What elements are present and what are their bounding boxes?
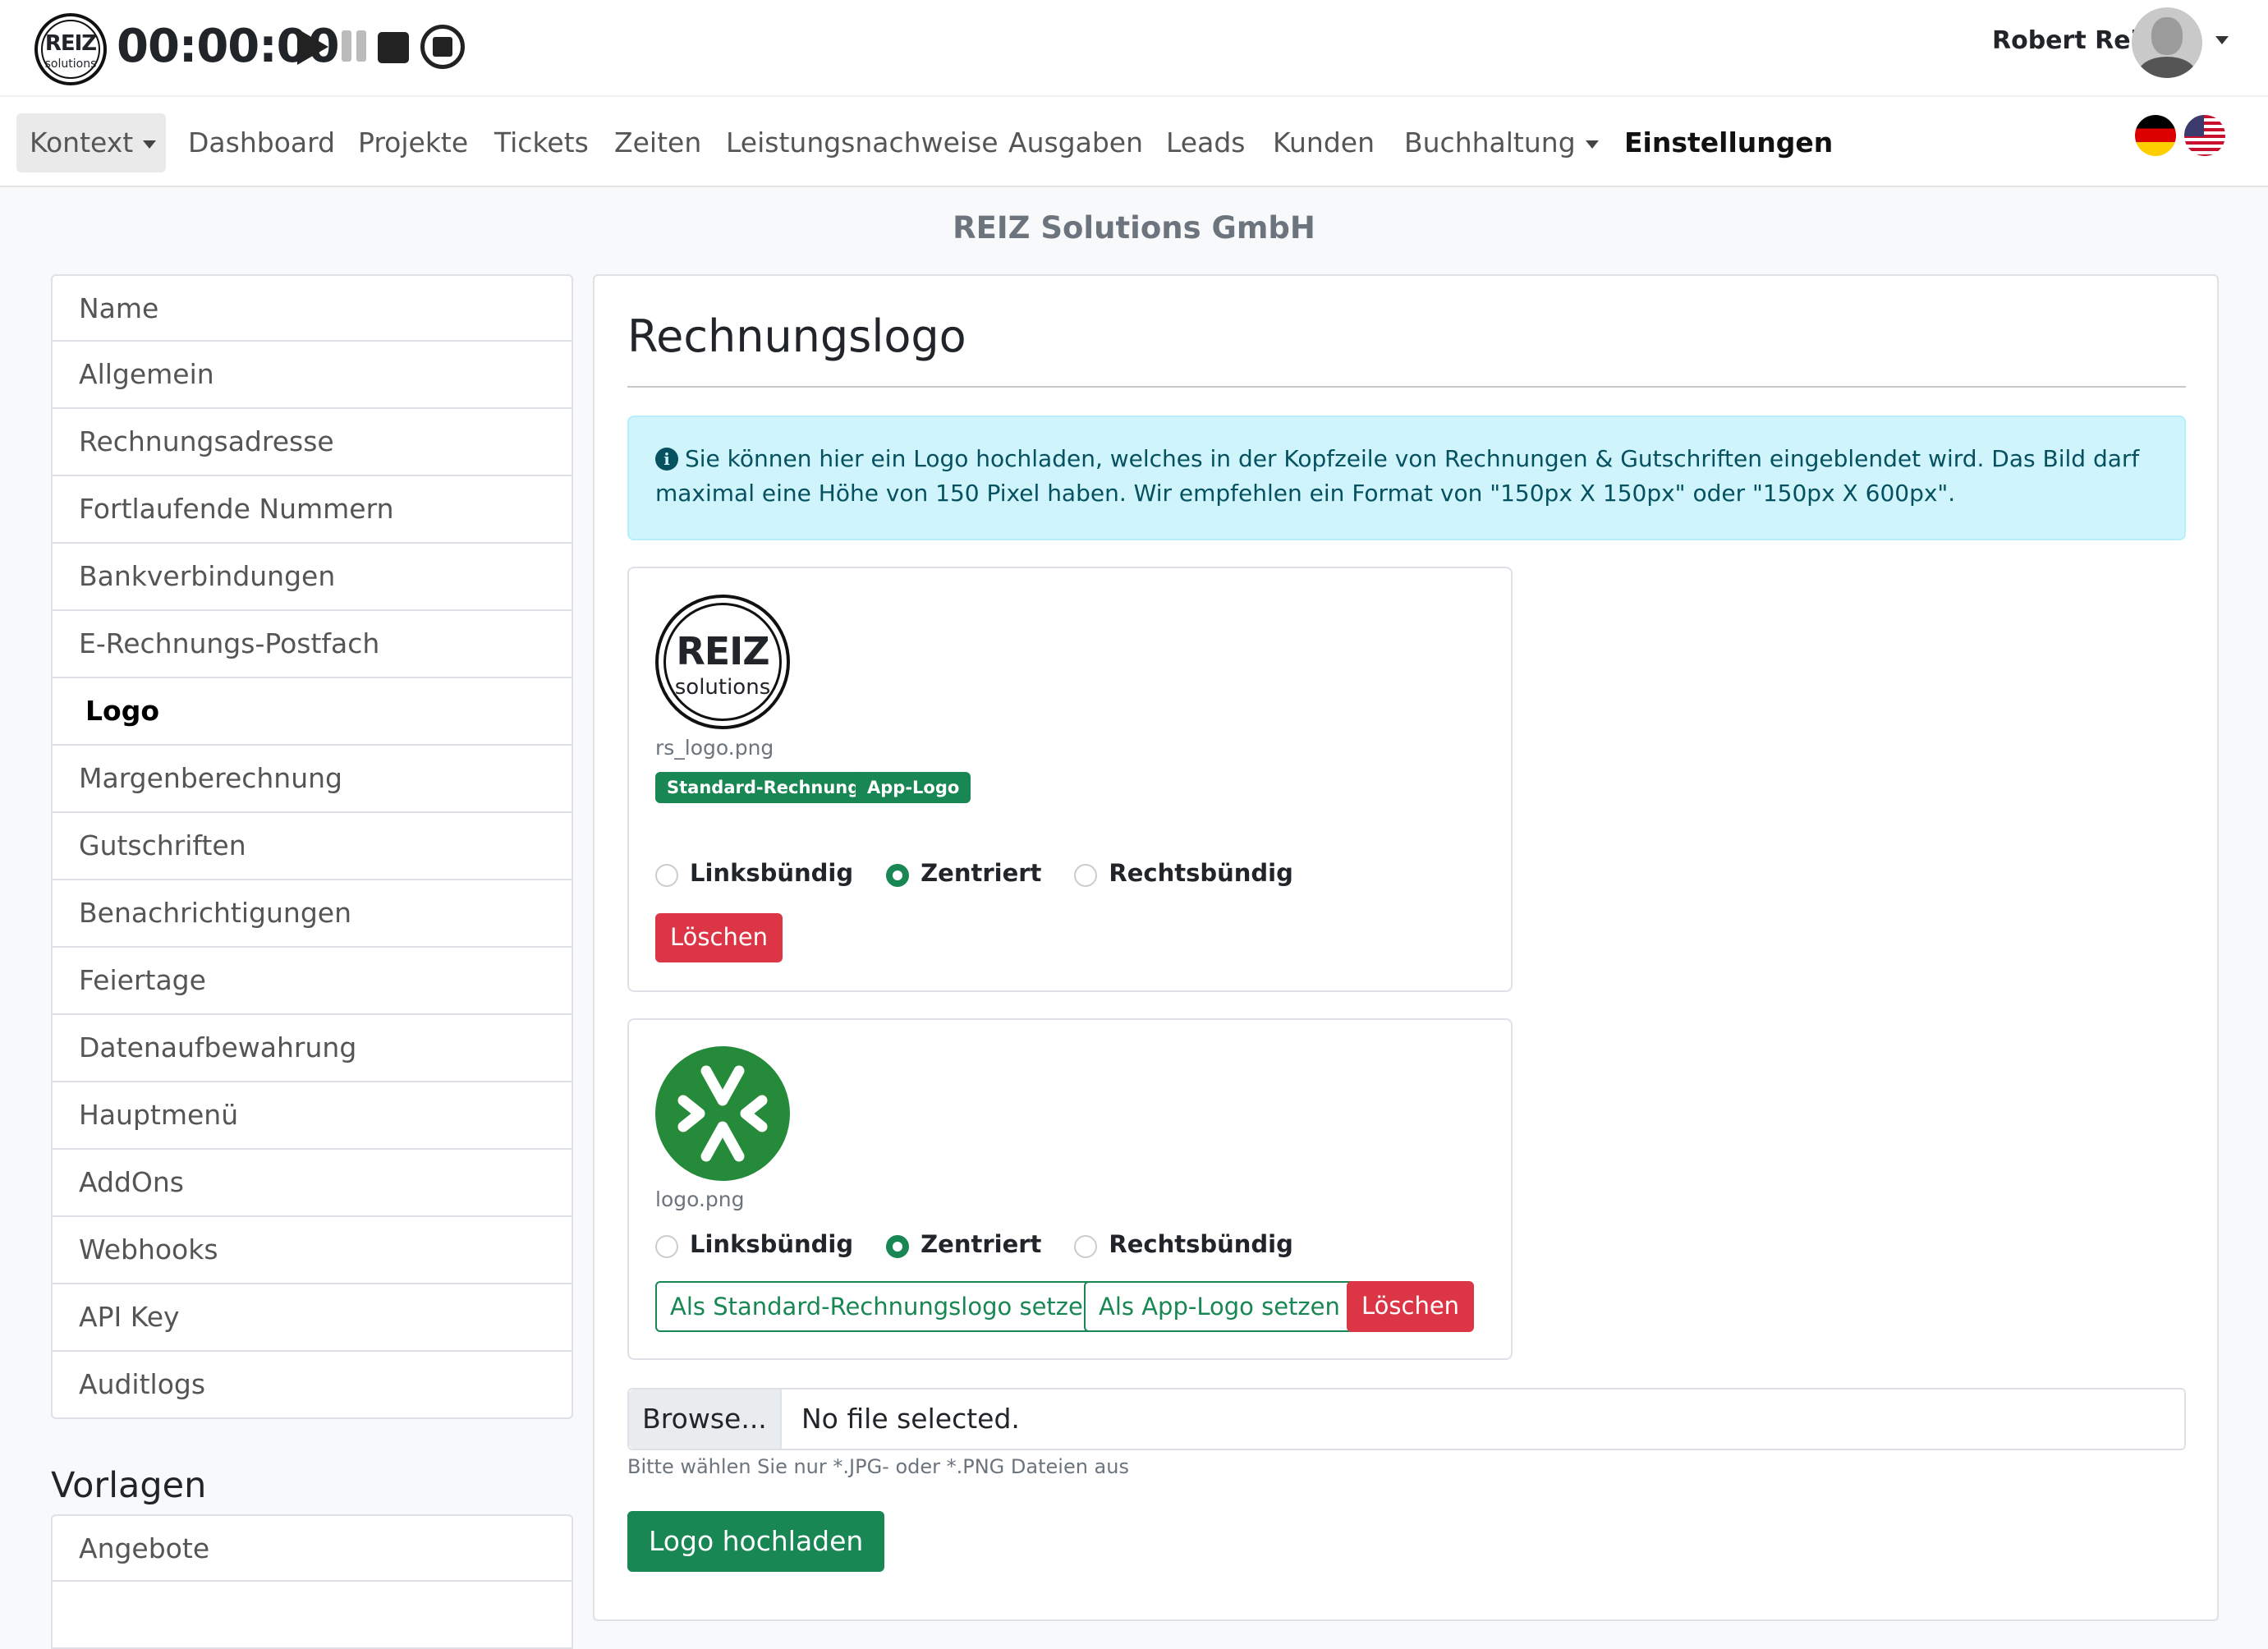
templates-item-partial[interactable]	[51, 1582, 573, 1649]
radio-zentriert[interactable]: Zentriert	[886, 859, 1041, 887]
radio-rechtsbuendig[interactable]: Rechtsbündig	[1074, 1230, 1293, 1258]
top-bar: REIZ solutions 00:00:00 Robert Reiz	[0, 0, 2268, 95]
caret-down-icon	[143, 140, 157, 149]
settings-item-margenberechnung[interactable]: Margenberechnung	[51, 746, 573, 813]
x-arrows-logo-icon	[677, 1065, 768, 1162]
set-app-logo-button[interactable]: Als App-Logo setzen	[1084, 1281, 1355, 1332]
settings-item-datenaufbewahrung[interactable]: Datenaufbewahrung	[51, 1015, 573, 1082]
info-alert: i Sie können hier ein Logo hochladen, wel…	[627, 416, 2186, 540]
logo-card: REIZ solutions rs_logo.png Standard-Rech…	[627, 567, 1513, 992]
alignment-radio-group: Linksbündig Zentriert Rechtsbündig	[655, 859, 1326, 887]
info-icon: i	[655, 448, 678, 471]
logo-preview-image	[655, 1046, 790, 1181]
settings-item-allgemein[interactable]: Allgemein	[51, 342, 573, 409]
nav-dashboard[interactable]: Dashboard	[188, 113, 335, 172]
delete-logo-button[interactable]: Löschen	[655, 913, 783, 962]
play-icon[interactable]	[292, 27, 328, 67]
logo-filename: logo.png	[655, 1187, 745, 1211]
nav-kunden[interactable]: Kunden	[1273, 113, 1375, 172]
user-menu-caret-icon[interactable]	[2215, 36, 2229, 44]
templates-item-angebote[interactable]: Angebote	[51, 1514, 573, 1582]
logo-card: logo.png Linksbündig Zentriert Rechtsbündi…	[627, 1018, 1513, 1360]
nav-buchhaltung-dropdown[interactable]: Buchhaltung	[1404, 113, 1599, 172]
logo-preview-image: REIZ solutions	[655, 595, 790, 729]
user-name[interactable]: Robert Reiz	[1992, 26, 2153, 55]
settings-item-api-key[interactable]: API Key	[51, 1284, 573, 1352]
stop-icon[interactable]	[376, 27, 412, 67]
settings-item-addons[interactable]: AddOns	[51, 1150, 573, 1217]
templates-heading: Vorlagen	[51, 1465, 207, 1506]
settings-item-auditlogs[interactable]: Auditlogs	[51, 1352, 573, 1419]
settings-item-bankverbindungen[interactable]: Bankverbindungen	[51, 544, 573, 611]
browse-button[interactable]: Browse...	[629, 1389, 782, 1449]
delete-logo-button[interactable]: Löschen	[1347, 1281, 1475, 1332]
logo-filename: rs_logo.png	[655, 736, 774, 760]
page-title: Rechnungslogo	[627, 310, 966, 362]
radio-zentriert[interactable]: Zentriert	[886, 1230, 1041, 1258]
stop-circle-icon[interactable]	[420, 25, 465, 69]
settings-item-gutschriften[interactable]: Gutschriften	[51, 813, 573, 880]
settings-item-hauptmenue[interactable]: Hauptmenü	[51, 1082, 573, 1150]
settings-item-name[interactable]: Name	[51, 274, 573, 342]
settings-item-e-rechnungs-postfach[interactable]: E-Rechnungs-Postfach	[51, 611, 573, 678]
brand-logo[interactable]: REIZ solutions	[34, 13, 107, 85]
settings-item-feiertage[interactable]: Feiertage	[51, 948, 573, 1015]
file-hint: Bitte wählen Sie nur *.JPG- oder *.PNG D…	[627, 1455, 1129, 1478]
main-nav: Kontext Dashboard Projekte Tickets Zeite…	[0, 95, 2268, 187]
nav-zeiten[interactable]: Zeiten	[614, 113, 701, 172]
flag-us-icon[interactable]	[2184, 115, 2225, 156]
organization-title: REIZ Solutions GmbH	[953, 210, 1315, 246]
set-standard-invoice-logo-button[interactable]: Als Standard-Rechnungslogo setzen	[655, 1281, 1113, 1332]
badge-app-logo: App-Logo	[856, 772, 971, 803]
nav-tickets[interactable]: Tickets	[494, 113, 589, 172]
settings-item-webhooks[interactable]: Webhooks	[51, 1217, 573, 1284]
settings-item-fortlaufende-nummern[interactable]: Fortlaufende Nummern	[51, 476, 573, 544]
nav-einstellungen[interactable]: Einstellungen	[1624, 113, 1833, 172]
divider	[627, 386, 2186, 388]
avatar[interactable]	[2132, 7, 2202, 78]
nav-ausgaben[interactable]: Ausgaben	[1008, 113, 1143, 172]
alignment-radio-group: Linksbündig Zentriert Rechtsbündig	[655, 1230, 1326, 1258]
nav-leads[interactable]: Leads	[1166, 113, 1245, 172]
radio-linksbuendig[interactable]: Linksbündig	[655, 859, 853, 887]
radio-linksbuendig[interactable]: Linksbündig	[655, 1230, 853, 1258]
nav-projekte[interactable]: Projekte	[358, 113, 468, 172]
badge-standard-rechnung: Standard-Rechnung	[655, 772, 872, 803]
caret-down-icon	[1585, 140, 1599, 149]
file-status-text: No file selected.	[801, 1403, 1020, 1435]
nav-leistungsnachweise[interactable]: Leistungsnachweise	[726, 113, 999, 172]
templates-menu: Angebote	[51, 1514, 573, 1649]
settings-item-rechnungsadresse[interactable]: Rechnungsadresse	[51, 409, 573, 476]
pause-icon[interactable]	[338, 27, 374, 67]
nav-kontext-dropdown[interactable]: Kontext	[16, 113, 166, 172]
settings-menu: Name Allgemein Rechnungsadresse Fortlauf…	[51, 274, 573, 1419]
flag-de-icon[interactable]	[2135, 115, 2176, 156]
upload-logo-button[interactable]: Logo hochladen	[627, 1511, 885, 1572]
settings-item-benachrichtigungen[interactable]: Benachrichtigungen	[51, 880, 573, 948]
logo-settings-panel: Rechnungslogo i Sie können hier ein Logo …	[593, 274, 2219, 1621]
settings-item-logo[interactable]: Logo	[51, 678, 573, 746]
radio-rechtsbuendig[interactable]: Rechtsbündig	[1074, 859, 1293, 887]
file-upload-input[interactable]: Browse... No file selected.	[627, 1388, 2186, 1450]
